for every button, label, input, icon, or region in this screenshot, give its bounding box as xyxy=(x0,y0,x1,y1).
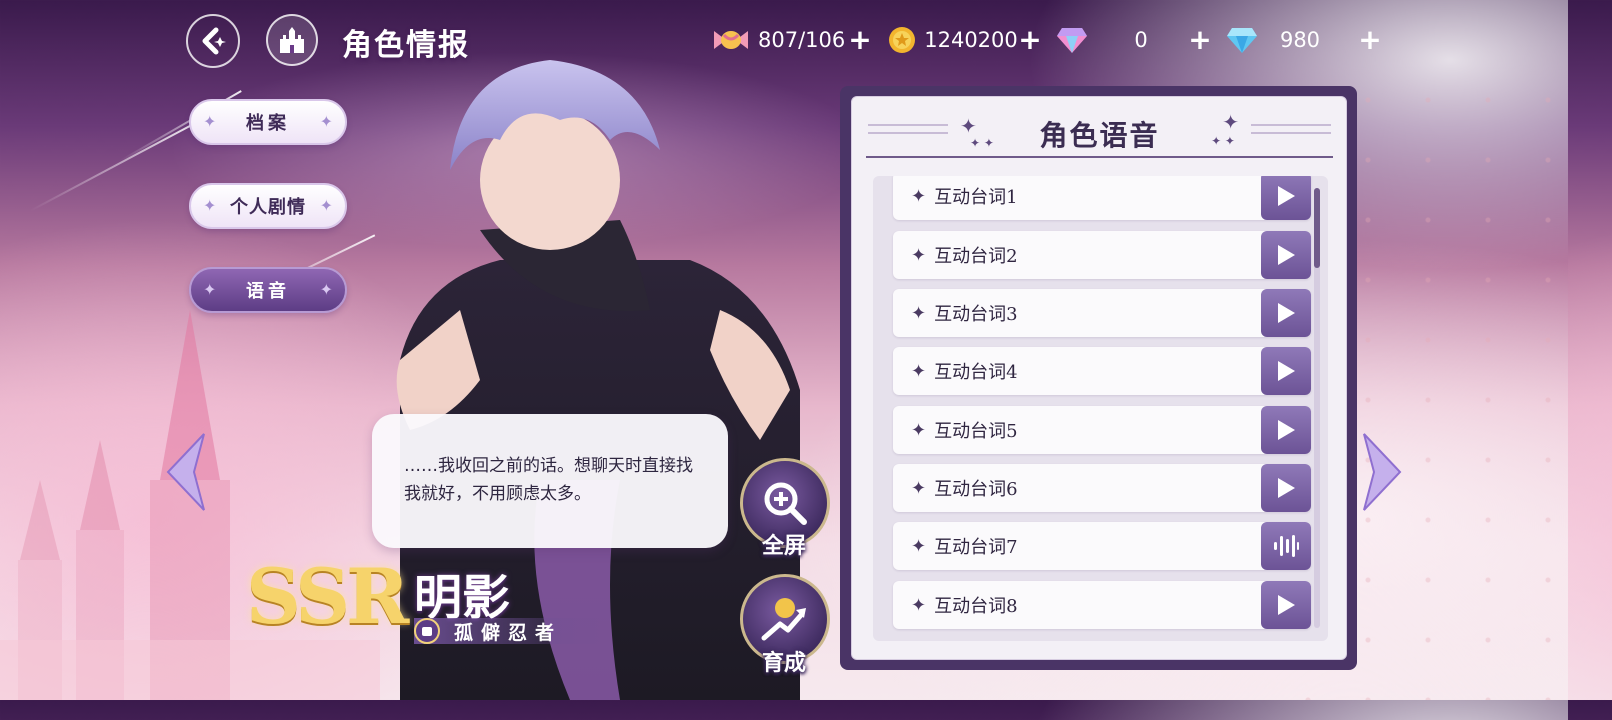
voice-item[interactable]: ✦ 互动台词8 xyxy=(893,581,1311,629)
nav-story-button[interactable]: ✦ 个人剧情 ✦ xyxy=(189,183,347,229)
develop-label: 育成 xyxy=(761,651,806,676)
gold-coin-icon xyxy=(889,27,915,53)
nav-voice-button[interactable]: ✦ 语音 ✦ xyxy=(189,267,347,313)
character-title-strip: 孤僻忍者 xyxy=(414,618,604,644)
resource-candy: 807/106 + xyxy=(712,22,872,58)
resource-pink-diamond: 0 + xyxy=(1056,22,1216,58)
nav-profile-label: 档案 xyxy=(246,113,290,134)
blue-diamond-icon xyxy=(1227,28,1257,53)
voice-item[interactable]: ✦ 互动台词2 xyxy=(893,231,1311,279)
candy-value: 807/106 xyxy=(758,28,846,52)
voice-item-playing[interactable]: ✦ 互动台词7 xyxy=(893,522,1311,570)
candy-icon xyxy=(714,31,748,49)
sparkle-icon: ✦ xyxy=(911,477,927,499)
sparkle-icon: ✦ xyxy=(911,419,927,441)
play-icon xyxy=(1278,478,1295,498)
play-button[interactable] xyxy=(1261,464,1311,512)
play-button[interactable] xyxy=(1261,347,1311,395)
play-button[interactable] xyxy=(1261,581,1311,629)
speech-bubble: ……我收回之前的话。想聊天时直接找我就好，不用顾虑太多。 xyxy=(372,414,728,548)
sparkle-icon: ✦ xyxy=(911,594,927,616)
page-title: 角色情报 xyxy=(342,28,470,63)
sparkle-icon: ✦ xyxy=(911,244,927,266)
add-blue-diamond-button[interactable]: + xyxy=(1358,26,1382,54)
resource-blue-diamond: 980 + xyxy=(1226,22,1386,58)
back-button[interactable] xyxy=(186,14,240,68)
add-pink-diamond-button[interactable]: + xyxy=(1188,26,1212,54)
nav-voice-label: 语音 xyxy=(246,281,290,302)
sparkle-icon: ✦ xyxy=(203,280,217,299)
fullscreen-label: 全屏 xyxy=(761,534,806,559)
sparkle-icon: ✦ xyxy=(203,196,217,215)
play-icon xyxy=(1278,361,1295,381)
voice-item-label: 互动台词8 xyxy=(934,596,1018,617)
next-character-arrow[interactable] xyxy=(1362,432,1402,512)
pink-diamond-icon xyxy=(1057,28,1087,53)
back-arrow-icon xyxy=(202,27,226,55)
voice-item-label: 互动台词4 xyxy=(934,362,1018,383)
play-button[interactable] xyxy=(1261,176,1311,220)
scrollbar-thumb[interactable] xyxy=(1314,188,1320,268)
voice-item-label: 互动台词5 xyxy=(934,421,1018,442)
play-icon xyxy=(1278,595,1295,615)
blue-diamond-value: 980 xyxy=(1279,28,1321,52)
sparkle-icon: ✦ xyxy=(911,302,927,324)
sparkle-icon: ✦ xyxy=(911,185,927,207)
rarity-badge: SSR xyxy=(246,552,409,641)
voice-item-label: 互动台词7 xyxy=(934,537,1018,558)
top-bar: 角色情报 807/106 + 1240200 + 0 + 980 + xyxy=(0,0,1568,80)
sparkle-icon: ✦ xyxy=(911,535,927,557)
voice-panel-header: ✦ ✦ ✦ ✦ ✦ ✦ 角色语音 xyxy=(866,104,1333,164)
bubble-text: ……我收回之前的话。想聊天时直接找我就好，不用顾虑太多。 xyxy=(404,456,693,504)
play-icon xyxy=(1278,245,1295,265)
play-button[interactable] xyxy=(1261,406,1311,454)
voice-list[interactable]: ✦ 互动台词1 ✦ 互动台词2 ✦ 互动台词3 ✦ 互动台词4 ✦ 互动台词5 … xyxy=(873,176,1328,641)
sparkle-icon: ✦ xyxy=(911,360,927,382)
castle-home-icon xyxy=(280,27,304,53)
voice-item-label: 互动台词3 xyxy=(934,304,1018,325)
play-icon xyxy=(1278,303,1295,323)
pink-diamond-value: 0 xyxy=(1134,28,1148,52)
voice-item-label: 互动台词2 xyxy=(934,246,1018,267)
voice-item[interactable]: ✦ 互动台词3 xyxy=(893,289,1311,337)
fist-icon xyxy=(414,618,440,644)
sparkle-icon: ✦ xyxy=(319,280,333,299)
play-icon xyxy=(1278,186,1295,206)
sparkle-icon: ✦ xyxy=(319,112,333,131)
voice-panel-title: 角色语音 xyxy=(1039,119,1160,152)
sparkle-icon: ✦ xyxy=(203,112,217,131)
level-up-icon xyxy=(761,598,806,641)
sound-wave-icon xyxy=(1274,535,1299,557)
nav-profile-button[interactable]: ✦ 档案 ✦ xyxy=(189,99,347,145)
divider xyxy=(866,156,1333,158)
gold-value: 1240200 xyxy=(924,28,1018,52)
voice-item-label: 互动台词6 xyxy=(934,479,1018,500)
play-icon xyxy=(1278,420,1295,440)
add-gold-button[interactable]: + xyxy=(1018,26,1042,54)
play-button[interactable] xyxy=(1261,289,1311,337)
zoom-in-icon xyxy=(764,482,807,525)
previous-character-arrow[interactable] xyxy=(166,432,206,512)
add-candy-button[interactable]: + xyxy=(848,26,872,54)
voice-item[interactable]: ✦ 互动台词6 xyxy=(893,464,1311,512)
voice-item[interactable]: ✦ 互动台词1 xyxy=(893,176,1311,220)
voice-item-label: 互动台词1 xyxy=(934,187,1018,208)
character-title: 孤僻忍者 xyxy=(454,621,563,644)
play-button[interactable] xyxy=(1261,231,1311,279)
stop-button[interactable] xyxy=(1261,522,1311,570)
home-button[interactable] xyxy=(266,14,318,66)
sparkle-icon: ✦ xyxy=(319,196,333,215)
nav-story-label: 个人剧情 xyxy=(230,197,306,218)
voice-item[interactable]: ✦ 互动台词5 xyxy=(893,406,1311,454)
voice-item[interactable]: ✦ 互动台词4 xyxy=(893,347,1311,395)
resource-gold: 1240200 + xyxy=(888,22,1048,58)
